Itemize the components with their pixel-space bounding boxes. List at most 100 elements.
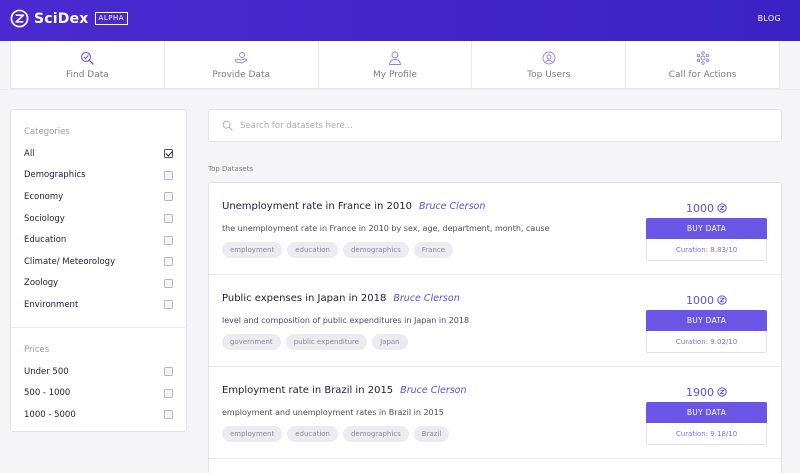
buy-data-button[interactable]: BUY DATA (646, 402, 767, 423)
dataset-title[interactable]: Unemployment rate in France in 2010 (222, 201, 412, 212)
nav-provide-data[interactable]: Provide Data (165, 41, 319, 88)
checkbox[interactable] (164, 192, 173, 202)
nav-label: Top Users (527, 69, 571, 80)
dataset-search-bar[interactable] (208, 109, 782, 142)
dataset-author[interactable]: Bruce Clerson (419, 201, 485, 212)
nav-divider (0, 89, 800, 90)
category-filter-zoology[interactable]: Zoology (24, 273, 173, 295)
price-value: 1000 (686, 293, 714, 307)
profile-icon (388, 51, 401, 65)
filter-label: 500 - 1000 (24, 388, 71, 399)
nav-top-users[interactable]: Top Users (472, 41, 627, 88)
dataset-card: Unemployment rate in France in 2010 Bruc… (209, 183, 781, 275)
top-users-icon (542, 51, 556, 64)
nav-my-profile[interactable]: My Profile (319, 41, 473, 88)
prices-section: Prices Under 500 500 - 1000 1000 - 5000 (11, 345, 186, 426)
filter-sidebar: Categories All Demographics Economy Soci… (10, 109, 187, 432)
checkbox[interactable] (164, 388, 173, 398)
search-input[interactable] (240, 120, 740, 131)
checkbox[interactable] (164, 300, 173, 310)
filter-label: Sociology (24, 213, 65, 224)
dataset-title[interactable]: Public expenses in Japan in 2018 (222, 293, 386, 304)
find-data-icon (81, 51, 95, 65)
sidebar-divider (11, 326, 186, 328)
dataset-card: Employment rate in Brazil in 2015 Bruce … (209, 367, 781, 459)
section-title: Top Datasets (208, 165, 254, 173)
curation-score: Curation: 8.83/10 (646, 239, 767, 261)
category-filter-all[interactable]: All (24, 143, 173, 165)
scidex-logo-icon (10, 9, 29, 28)
tag[interactable]: demographics (342, 426, 409, 442)
price-panel: 1000 BUY DATA Curation: 8.83/10 (646, 199, 767, 261)
buy-data-button[interactable]: BUY DATA (646, 310, 767, 331)
tag[interactable]: education (287, 426, 338, 442)
tag[interactable]: employment (222, 426, 283, 442)
nav-label: Provide Data (212, 69, 271, 80)
tag[interactable]: employment (222, 242, 283, 258)
tag[interactable]: public expenditure (285, 334, 368, 350)
tag-list: employment education demographics Brazil (222, 426, 454, 442)
price-display: 1000 (646, 199, 767, 217)
tag[interactable]: Brazil (413, 426, 450, 442)
category-filter-sociology[interactable]: Sociology (24, 208, 173, 230)
price-filter-500-1000[interactable]: 500 - 1000 (24, 382, 173, 404)
provide-data-icon (234, 51, 248, 63)
filter-label: Demographics (24, 170, 86, 181)
filter-label: Climate/ Meteorology (24, 256, 116, 267)
nav-label: Find Data (66, 69, 109, 80)
main-nav: Find Data Provide Data My Profile Top Us… (10, 41, 780, 89)
buy-data-button[interactable]: BUY DATA (646, 218, 767, 239)
nav-label: My Profile (373, 69, 417, 80)
checkbox[interactable] (164, 367, 173, 377)
dataset-list: Unemployment rate in France in 2010 Bruc… (208, 182, 782, 473)
price-filter-under-500[interactable]: Under 500 (24, 361, 173, 383)
category-filter-economy[interactable]: Economy (24, 186, 173, 208)
dataset-description: level and composition of public expendit… (222, 316, 470, 325)
checkbox[interactable] (164, 214, 173, 224)
card-heading: Public expenses in Japan in 2018 Bruce C… (222, 293, 460, 304)
filter-label: Economy (24, 191, 64, 202)
filter-label: Zoology (24, 278, 59, 289)
checkbox[interactable] (164, 257, 173, 267)
checkbox[interactable] (164, 149, 173, 159)
top-header: SciDex ALPHA BLOG (0, 0, 800, 41)
filter-label: Education (24, 235, 67, 246)
price-value: 1900 (686, 385, 714, 399)
categories-heading: Categories (24, 127, 70, 137)
category-filter-education[interactable]: Education (24, 229, 173, 251)
dataset-author[interactable]: Bruce Clerson (393, 293, 459, 304)
tag[interactable]: Japan (372, 334, 408, 350)
checkbox[interactable] (164, 278, 173, 288)
dataset-description: the unemployment rate in France in 2010 … (222, 224, 550, 233)
tag[interactable]: government (222, 334, 281, 350)
price-filter-1000-5000[interactable]: 1000 - 5000 (24, 404, 173, 426)
curation-score: Curation: 9.02/10 (646, 331, 767, 353)
tag[interactable]: demographics (342, 242, 409, 258)
category-filter-environment[interactable]: Environment (24, 294, 173, 316)
tag[interactable]: education (287, 242, 338, 258)
dataset-card: Public expenses in Japan in 2018 Bruce C… (209, 275, 781, 367)
blog-link[interactable]: BLOG (758, 14, 781, 23)
price-panel: 1000 BUY DATA Curation: 9.02/10 (646, 291, 767, 353)
curation-score: Curation: 9.18/10 (646, 423, 767, 445)
checkbox[interactable] (164, 170, 173, 180)
nav-label: Call for Actions (668, 69, 737, 80)
category-filter-demographics[interactable]: Demographics (24, 165, 173, 187)
card-heading: Unemployment rate in France in 2010 Bruc… (222, 201, 485, 212)
dataset-title[interactable]: Employment rate in Brazil in 2015 (222, 385, 393, 396)
search-icon (222, 120, 233, 131)
tag[interactable]: France (413, 242, 454, 258)
category-filter-climate[interactable]: Climate/ Meteorology (24, 251, 173, 273)
brand-logo[interactable]: SciDex ALPHA (10, 9, 128, 28)
dataset-author[interactable]: Bruce Clerson (400, 385, 466, 396)
nav-call-for-actions[interactable]: Call for Actions (626, 41, 779, 88)
nav-find-data[interactable]: Find Data (11, 41, 165, 88)
filter-label: 1000 - 5000 (24, 409, 76, 420)
checkbox[interactable] (164, 235, 173, 245)
tag-list: employment education demographics France (222, 242, 458, 258)
checkbox[interactable] (164, 410, 173, 420)
call-for-actions-icon (696, 50, 709, 65)
brand-name: SciDex (34, 10, 89, 27)
dataset-description: employment and unemployment rates in Bra… (222, 408, 444, 417)
price-panel: 1900 BUY DATA Curation: 9.18/10 (646, 383, 767, 445)
